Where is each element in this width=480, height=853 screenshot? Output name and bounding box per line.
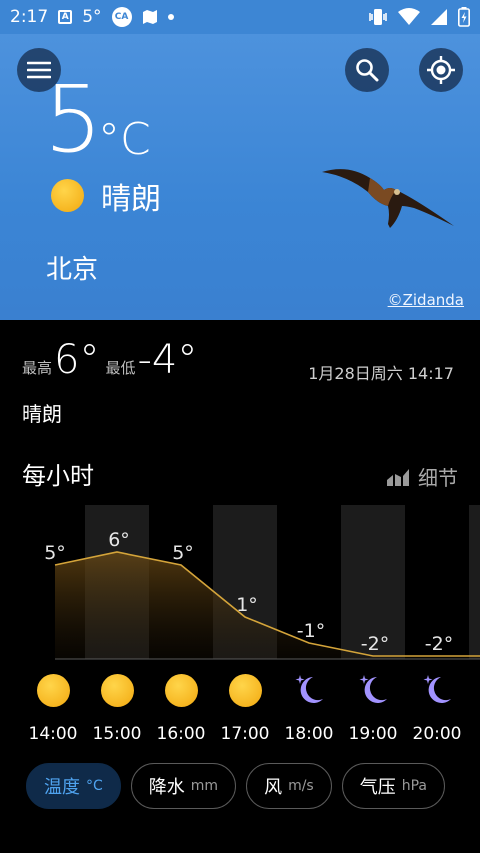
wifi-icon (398, 8, 420, 25)
hour-time-label: 17:00 (220, 724, 270, 744)
battery-icon (458, 7, 470, 27)
metric-chip-label: 温度 (44, 777, 80, 798)
metric-chip[interactable]: 温度 °C (26, 763, 121, 809)
hour-temp-label: -2° (361, 633, 389, 655)
hourly-temperature-chart: 5° 6° 5° 1° -1° -2° -2° (44, 505, 480, 660)
sun-icon (35, 672, 71, 708)
gps-icon (427, 56, 455, 84)
current-weather-panel: 5 °C 晴朗 北京 ©Zidanda (0, 34, 480, 320)
date-time: 1月28日周六 14:17 (308, 364, 454, 383)
temperature-unit: °C (98, 114, 151, 165)
metric-chip-label: 降水 (148, 777, 185, 798)
hour-time-label: 15:00 (92, 724, 142, 744)
more-notifications-icon (167, 14, 174, 20)
kite-bird-photo (322, 169, 454, 228)
high-low-row: 最高 6° 最低 -4° (22, 340, 203, 380)
moon-icon (419, 672, 455, 708)
sun-icon (227, 672, 263, 708)
sun-icon (163, 672, 199, 708)
current-temperature: 5 (44, 66, 103, 173)
hour-time-label: 16:00 (156, 724, 206, 744)
hour-temp-label: 6° (108, 529, 130, 551)
status-time: 2:17 (10, 7, 49, 27)
moon-icon (355, 672, 391, 708)
map-icon (142, 10, 157, 24)
current-condition: 晴朗 (101, 182, 161, 217)
low-temperature: -4° (137, 337, 198, 383)
hour-time-label: 20:00 (412, 724, 462, 744)
high-temperature: 6° (54, 337, 100, 383)
metric-chip-label: 气压 (359, 777, 396, 798)
hour-time-label: 14:00 (28, 724, 78, 744)
signal-icon (431, 9, 447, 25)
metric-chip[interactable]: 气压 hPa (341, 763, 445, 809)
search-button[interactable] (345, 48, 389, 92)
sun-icon (51, 179, 84, 212)
notification-a-icon: A (58, 10, 73, 24)
bar-chart-icon (387, 468, 409, 486)
hour-temp-label: 5° (172, 542, 194, 564)
hour-column-band (469, 505, 480, 659)
details-label: 细节 (418, 466, 458, 490)
high-label: 最高 (22, 359, 53, 377)
notification-ca-icon: CA (111, 7, 132, 27)
metric-chip-unit: m/s (288, 778, 314, 794)
search-icon (356, 59, 379, 82)
status-bar: 2:17 A 5° CA (0, 0, 480, 34)
metric-chip-unit: °C (86, 778, 103, 794)
vibrate-icon (369, 9, 387, 25)
hourly-icons (0, 672, 480, 712)
hour-temp-label: 5° (44, 542, 66, 564)
low-label: 最低 (105, 359, 136, 377)
moon-icon (291, 672, 327, 708)
status-temp: 5° (82, 7, 102, 27)
hour-time-label: 18:00 (284, 724, 334, 744)
city-name[interactable]: 北京 (46, 249, 98, 286)
photo-credit-link[interactable]: ©Zidanda (388, 291, 464, 309)
details-button[interactable]: 细节 (386, 462, 458, 491)
hour-temp-label: -1° (297, 620, 325, 642)
summary-condition: 晴朗 (22, 402, 62, 426)
metric-chip[interactable]: 风 m/s (246, 763, 332, 809)
metric-chip-label: 风 (264, 777, 283, 798)
hour-temp-label: -2° (425, 633, 453, 655)
hourly-times: 14:00 15:00 16:00 17:00 18:00 19:00 20:00 (0, 724, 480, 748)
metric-chip-unit: mm (190, 778, 219, 794)
metric-chip[interactable]: 降水 mm (130, 763, 237, 809)
metric-chip-unit: hPa (401, 778, 427, 794)
hour-temp-label: 1° (236, 594, 258, 616)
locate-button[interactable] (419, 48, 463, 92)
metric-selector: 温度 °C 降水 mm 风 m/s 气压 hPa (26, 763, 445, 809)
hourly-title: 每小时 (22, 462, 94, 490)
hour-time-label: 19:00 (348, 724, 398, 744)
sun-icon (99, 672, 135, 708)
